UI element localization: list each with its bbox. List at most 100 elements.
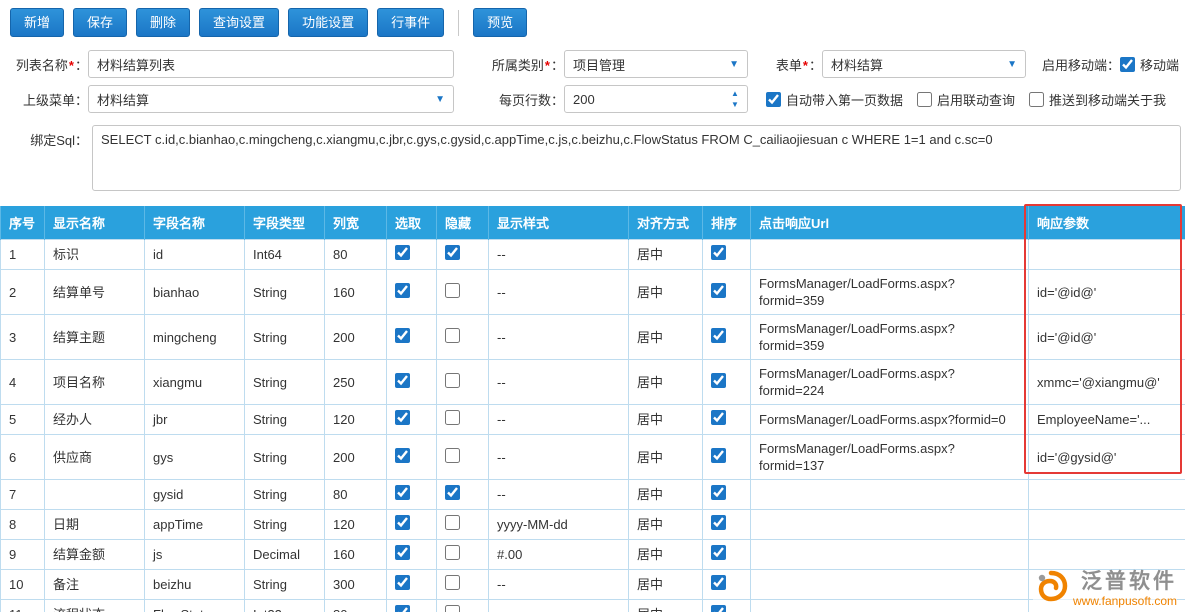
response-param-cell: id='@id@' — [1029, 270, 1185, 315]
hidden-checkbox[interactable] — [445, 245, 460, 260]
list-name-label: 列表名称*： — [0, 55, 88, 74]
sort-checkbox[interactable] — [711, 448, 726, 463]
table-row: 8日期appTimeString120yyyy-MM-dd居中 — [1, 510, 1185, 540]
delete-button[interactable]: 删除 — [136, 8, 190, 37]
hidden-checkbox[interactable] — [445, 485, 460, 500]
sort-checkbox[interactable] — [711, 328, 726, 343]
rows-per-page-label: 每页行数： — [468, 90, 564, 109]
select-checkbox[interactable] — [395, 373, 410, 388]
query-settings-button[interactable]: 查询设置 — [199, 8, 279, 37]
category-select[interactable]: 项目管理 ▼ — [564, 50, 748, 78]
sort-checkbox[interactable] — [711, 410, 726, 425]
header-click-url: 点击响应Url — [751, 206, 1029, 240]
align-cell: 居中 — [629, 435, 703, 480]
select-checkbox[interactable] — [395, 605, 410, 612]
auto-first-page-checkbox[interactable] — [766, 92, 781, 107]
parent-menu-select[interactable]: 材料结算 ▼ — [88, 85, 454, 113]
spin-down-icon[interactable]: ▼ — [727, 100, 743, 110]
sort-checkbox[interactable] — [711, 373, 726, 388]
select-checkbox[interactable] — [395, 448, 410, 463]
click-url-cell — [751, 510, 1029, 540]
bind-sql-textarea[interactable]: SELECT c.id,c.bianhao,c.mingcheng,c.xian… — [92, 125, 1181, 191]
select-checkbox[interactable] — [395, 328, 410, 343]
category-value: 项目管理 — [573, 55, 625, 74]
add-button[interactable]: 新增 — [10, 8, 64, 37]
hidden-checkbox[interactable] — [445, 373, 460, 388]
form-label: 表单*： — [748, 55, 822, 74]
table-row: 9结算金额jsDecimal160#.00居中 — [1, 540, 1185, 570]
column-width-cell: 200 — [325, 435, 387, 480]
row-event-button[interactable]: 行事件 — [377, 8, 444, 37]
align-cell: 居中 — [629, 600, 703, 612]
form-select[interactable]: 材料结算 ▼ — [822, 50, 1026, 78]
required-mark: * — [803, 58, 808, 73]
sort-checkbox-cell — [703, 315, 751, 360]
column-width-cell: 200 — [325, 315, 387, 360]
sort-checkbox[interactable] — [711, 545, 726, 560]
response-param-cell: id='@gysid@' — [1029, 435, 1185, 480]
hidden-checkbox[interactable] — [445, 448, 460, 463]
sort-checkbox-cell — [703, 570, 751, 600]
header-field-type: 字段类型 — [245, 206, 325, 240]
linked-query-checkbox[interactable] — [917, 92, 932, 107]
table-row: 3结算主题mingchengString200--居中FormsManager/… — [1, 315, 1185, 360]
column-width-cell: 160 — [325, 270, 387, 315]
header-display-style: 显示样式 — [489, 206, 629, 240]
push-mobile-checkbox[interactable] — [1029, 92, 1044, 107]
table-row: 2结算单号bianhaoString160--居中FormsManager/Lo… — [1, 270, 1185, 315]
select-checkbox-cell — [387, 270, 437, 315]
field-name-cell: appTime — [145, 510, 245, 540]
select-checkbox-cell — [387, 360, 437, 405]
hidden-checkbox[interactable] — [445, 410, 460, 425]
hidden-checkbox[interactable] — [445, 545, 460, 560]
spin-up-icon[interactable]: ▲ — [727, 89, 743, 99]
select-checkbox[interactable] — [395, 283, 410, 298]
header-align: 对齐方式 — [629, 206, 703, 240]
preview-button[interactable]: 预览 — [473, 8, 527, 37]
sort-checkbox-cell — [703, 270, 751, 315]
select-checkbox[interactable] — [395, 545, 410, 560]
function-settings-button[interactable]: 功能设置 — [288, 8, 368, 37]
column-width-cell: 80 — [325, 600, 387, 612]
hidden-checkbox[interactable] — [445, 328, 460, 343]
enable-mobile-group: 移动端 — [1120, 55, 1179, 74]
select-checkbox[interactable] — [395, 410, 410, 425]
click-url-cell — [751, 480, 1029, 510]
hidden-checkbox-cell — [437, 315, 489, 360]
column-width-cell: 250 — [325, 360, 387, 405]
list-name-input[interactable] — [88, 50, 454, 78]
select-checkbox[interactable] — [395, 515, 410, 530]
align-cell: 居中 — [629, 480, 703, 510]
display-style-cell: #.00 — [489, 540, 629, 570]
hidden-checkbox-cell — [437, 540, 489, 570]
hidden-checkbox-cell — [437, 600, 489, 612]
hidden-checkbox-cell — [437, 435, 489, 480]
select-checkbox[interactable] — [395, 575, 410, 590]
hidden-checkbox[interactable] — [445, 605, 460, 612]
linked-query-label: 启用联动查询 — [937, 90, 1015, 109]
hidden-checkbox-cell — [437, 360, 489, 405]
sort-checkbox[interactable] — [711, 485, 726, 500]
save-button[interactable]: 保存 — [73, 8, 127, 37]
select-checkbox-cell — [387, 315, 437, 360]
sort-checkbox[interactable] — [711, 575, 726, 590]
sort-checkbox[interactable] — [711, 515, 726, 530]
rows-per-page-stepper[interactable]: 200 ▲ ▼ — [564, 85, 748, 113]
sort-checkbox[interactable] — [711, 283, 726, 298]
field-name-cell: jbr — [145, 405, 245, 435]
enable-mobile-checkbox[interactable] — [1120, 57, 1135, 72]
select-checkbox[interactable] — [395, 245, 410, 260]
field-type-cell: String — [245, 405, 325, 435]
brand-name: 泛普软件 — [1081, 570, 1177, 594]
select-checkbox[interactable] — [395, 485, 410, 500]
sort-checkbox[interactable] — [711, 245, 726, 260]
hidden-checkbox[interactable] — [445, 575, 460, 590]
row-number-cell: 9 — [1, 540, 45, 570]
list-config-page: 新增 保存 删除 查询设置 功能设置 行事件 预览 列表名称*： 所属类别*： … — [0, 0, 1185, 612]
hidden-checkbox[interactable] — [445, 283, 460, 298]
hidden-checkbox[interactable] — [445, 515, 460, 530]
sort-checkbox[interactable] — [711, 605, 726, 612]
row-number-cell: 11 — [1, 600, 45, 612]
click-url-cell — [751, 600, 1029, 612]
header-sort: 排序 — [703, 206, 751, 240]
